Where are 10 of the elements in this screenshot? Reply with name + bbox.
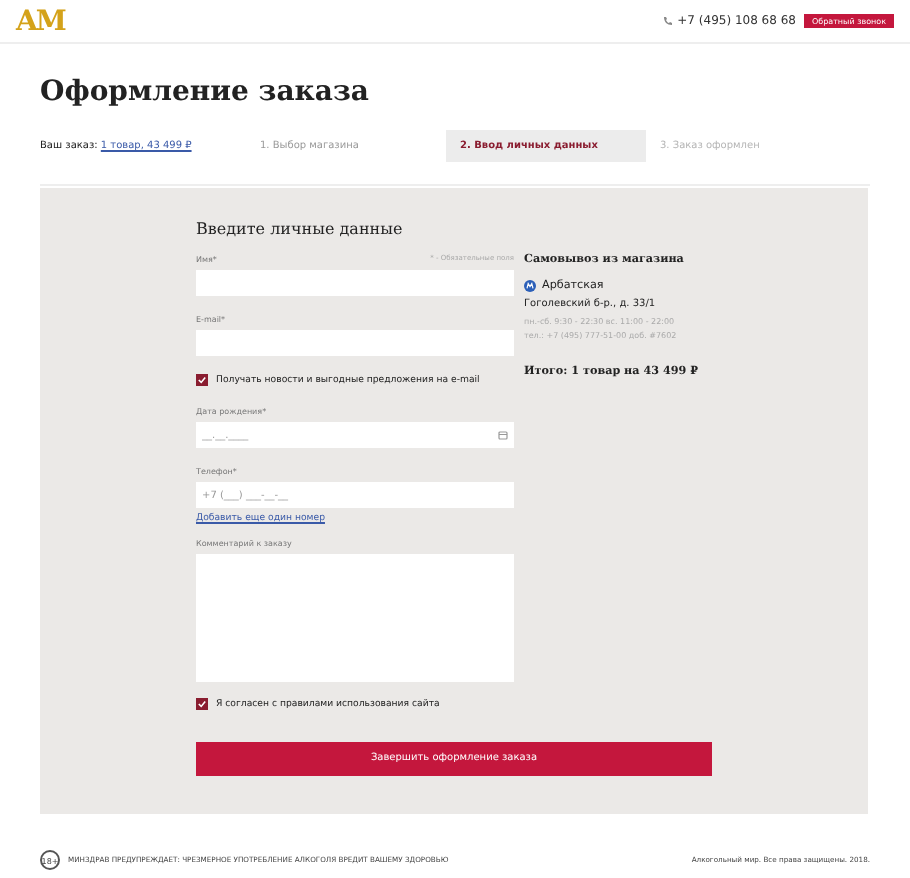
metro-icon (524, 280, 536, 292)
checkbox[interactable] (196, 698, 208, 710)
phone-icon (661, 16, 672, 26)
comment-field[interactable] (196, 554, 514, 682)
page-title: Оформление заказа (40, 76, 371, 108)
input-field[interactable] (196, 270, 514, 296)
form-heading: Введите личные данные (196, 220, 405, 238)
calendar-icon[interactable] (498, 430, 508, 440)
checkbox[interactable] (196, 374, 208, 386)
input-field[interactable] (196, 330, 514, 356)
